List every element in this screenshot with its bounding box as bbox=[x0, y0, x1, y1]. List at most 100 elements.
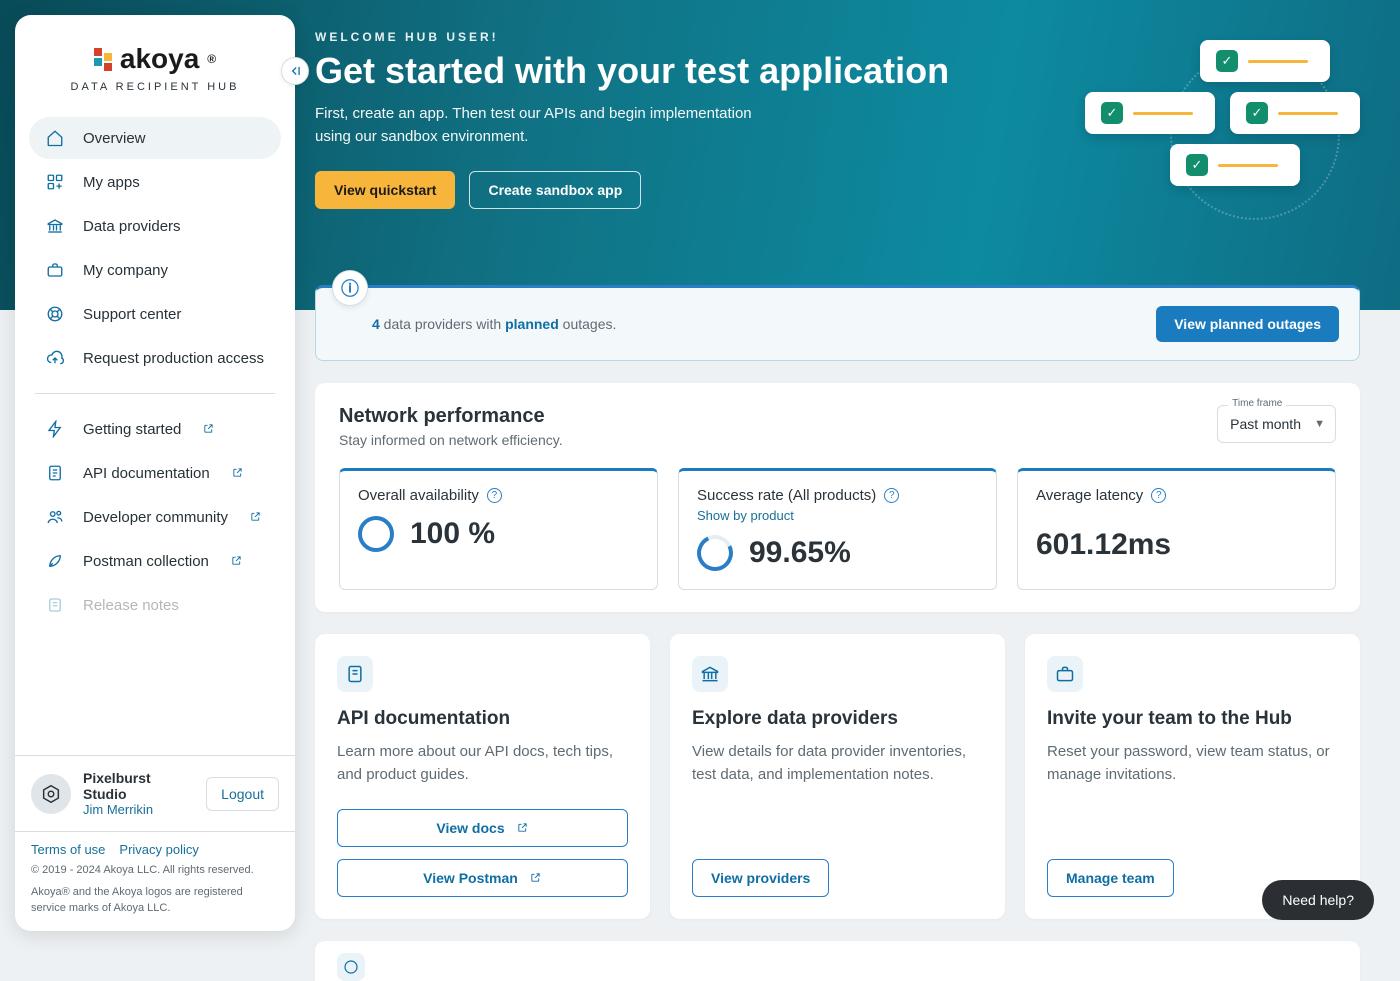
external-link-icon bbox=[250, 511, 262, 523]
sidebar-item-my-company[interactable]: My company bbox=[29, 249, 281, 291]
sidebar-item-postman-collection[interactable]: Postman collection bbox=[29, 540, 281, 582]
hero: WELCOME HUB USER! Get started with your … bbox=[315, 30, 1360, 255]
sidebar-nav-scroll[interactable]: Overview My apps Data providers My compa… bbox=[15, 109, 295, 755]
external-link-icon bbox=[231, 555, 243, 567]
sidebar-bottom: Pixelburst Studio Jim Merrikin Logout Te… bbox=[15, 755, 295, 931]
external-link-icon bbox=[232, 467, 244, 479]
sidebar-item-support-center[interactable]: Support center bbox=[29, 293, 281, 335]
tile-title: Invite your team to the Hub bbox=[1047, 708, 1338, 730]
view-docs-button[interactable]: View docs bbox=[337, 809, 628, 847]
hero-illustration: ✓ ✓ ✓ ✓ bbox=[1010, 20, 1370, 240]
sidebar-item-overview[interactable]: Overview bbox=[29, 117, 281, 159]
logout-button[interactable]: Logout bbox=[206, 777, 279, 811]
lifebuoy-icon bbox=[45, 304, 65, 324]
user-name[interactable]: Jim Merrikin bbox=[83, 802, 194, 817]
privacy-link[interactable]: Privacy policy bbox=[119, 842, 198, 857]
help-icon[interactable]: ? bbox=[1151, 488, 1166, 503]
tile-invite-team: Invite your team to the Hub Reset your p… bbox=[1025, 634, 1360, 919]
help-icon[interactable]: ? bbox=[487, 488, 502, 503]
sidebar-item-label: Postman collection bbox=[83, 553, 209, 570]
check-icon: ✓ bbox=[1246, 102, 1268, 124]
sidebar-item-release-notes[interactable]: Release notes bbox=[29, 584, 281, 626]
view-providers-button[interactable]: View providers bbox=[692, 859, 829, 897]
sidebar-collapse-button[interactable] bbox=[281, 57, 309, 85]
create-sandbox-button[interactable]: Create sandbox app bbox=[469, 171, 641, 209]
info-icon: ⓘ bbox=[332, 270, 368, 306]
view-postman-button[interactable]: View Postman bbox=[337, 859, 628, 897]
tile-body: View details for data provider inventori… bbox=[692, 740, 983, 787]
sidebar-item-api-documentation[interactable]: API documentation bbox=[29, 452, 281, 494]
user-company: Pixelburst Studio bbox=[83, 770, 194, 802]
briefcase-icon bbox=[1047, 656, 1083, 692]
rocket-icon bbox=[45, 551, 65, 571]
sidebar-item-request-production[interactable]: Request production access bbox=[29, 337, 281, 379]
metric-average-latency: Average latency? 601.12ms bbox=[1017, 468, 1336, 590]
bank-icon bbox=[692, 656, 728, 692]
tile-body: Learn more about our API docs, tech tips… bbox=[337, 740, 628, 787]
show-by-product-link[interactable]: Show by product bbox=[697, 508, 978, 523]
document-icon bbox=[45, 463, 65, 483]
network-subtitle: Stay informed on network efficiency. bbox=[339, 432, 563, 448]
chevron-down-icon: ▼ bbox=[1314, 418, 1325, 430]
tile-title: Explore data providers bbox=[692, 708, 983, 730]
sidebar-item-label: Overview bbox=[83, 130, 146, 147]
terms-link[interactable]: Terms of use bbox=[31, 842, 105, 857]
banner-text: 4 data providers with planned outages. bbox=[372, 316, 616, 332]
banner-count: 4 bbox=[372, 316, 380, 332]
timeframe-value: Past month bbox=[1230, 416, 1301, 432]
metric-overall-availability: Overall availability? 100 % bbox=[339, 468, 658, 590]
outage-banner: ⓘ 4 data providers with planned outages.… bbox=[315, 285, 1360, 361]
sidebar-item-my-apps[interactable]: My apps bbox=[29, 161, 281, 203]
notes-icon bbox=[45, 595, 65, 615]
tile-api-documentation: API documentation Learn more about our A… bbox=[315, 634, 650, 919]
brand-block: akoya® DATA RECIPIENT HUB bbox=[15, 15, 295, 109]
sidebar-item-data-providers[interactable]: Data providers bbox=[29, 205, 281, 247]
external-link-icon bbox=[530, 872, 542, 884]
check-icon: ✓ bbox=[1186, 154, 1208, 176]
manage-team-button[interactable]: Manage team bbox=[1047, 859, 1174, 897]
view-quickstart-button[interactable]: View quickstart bbox=[315, 171, 455, 209]
sidebar-divider bbox=[35, 393, 275, 394]
avatar-icon bbox=[40, 783, 62, 805]
network-title: Network performance bbox=[339, 405, 563, 428]
metric-value: 601.12ms bbox=[1036, 528, 1171, 562]
user-info: Pixelburst Studio Jim Merrikin bbox=[83, 770, 194, 817]
sidebar-item-developer-community[interactable]: Developer community bbox=[29, 496, 281, 538]
cloud-upload-icon bbox=[45, 348, 65, 368]
teaser-panel bbox=[315, 941, 1360, 981]
brand-logo: akoya® bbox=[35, 43, 275, 75]
metric-value: 100 % bbox=[410, 517, 495, 551]
tile-explore-providers: Explore data providers View details for … bbox=[670, 634, 1005, 919]
sidebar-item-getting-started[interactable]: Getting started bbox=[29, 408, 281, 450]
check-icon: ✓ bbox=[1101, 102, 1123, 124]
sidebar: akoya® DATA RECIPIENT HUB Overview My ap… bbox=[15, 15, 295, 931]
check-icon: ✓ bbox=[1216, 50, 1238, 72]
home-icon bbox=[45, 128, 65, 148]
legal-links: Terms of use Privacy policy bbox=[31, 832, 279, 857]
users-icon bbox=[45, 507, 65, 527]
main-content: WELCOME HUB USER! Get started with your … bbox=[315, 30, 1360, 946]
need-help-button[interactable]: Need help? bbox=[1262, 880, 1374, 920]
sidebar-item-label: My apps bbox=[83, 174, 140, 191]
sidebar-item-label: Support center bbox=[83, 306, 181, 323]
document-icon bbox=[337, 656, 373, 692]
sidebar-item-label: Developer community bbox=[83, 509, 228, 526]
teaser-icon bbox=[337, 953, 365, 981]
avatar[interactable] bbox=[31, 774, 71, 814]
external-link-icon bbox=[203, 423, 215, 435]
apps-icon bbox=[45, 172, 65, 192]
brand-subtitle: DATA RECIPIENT HUB bbox=[35, 81, 275, 93]
sidebar-item-label: Getting started bbox=[83, 421, 181, 438]
brand-name: akoya bbox=[120, 43, 199, 75]
sidebar-item-label: Release notes bbox=[83, 597, 179, 614]
sidebar-item-label: My company bbox=[83, 262, 168, 279]
brand-mark-icon bbox=[94, 48, 112, 71]
timeframe-label: Time frame bbox=[1228, 398, 1286, 409]
help-icon[interactable]: ? bbox=[884, 488, 899, 503]
sidebar-item-label: Request production access bbox=[83, 350, 264, 367]
external-link-icon bbox=[517, 822, 529, 834]
legal-block: Terms of use Privacy policy © 2019 - 202… bbox=[15, 831, 295, 931]
view-planned-outages-button[interactable]: View planned outages bbox=[1156, 306, 1339, 342]
briefcase-icon bbox=[45, 260, 65, 280]
timeframe-select[interactable]: Time frame Past month ▼ bbox=[1217, 405, 1336, 443]
